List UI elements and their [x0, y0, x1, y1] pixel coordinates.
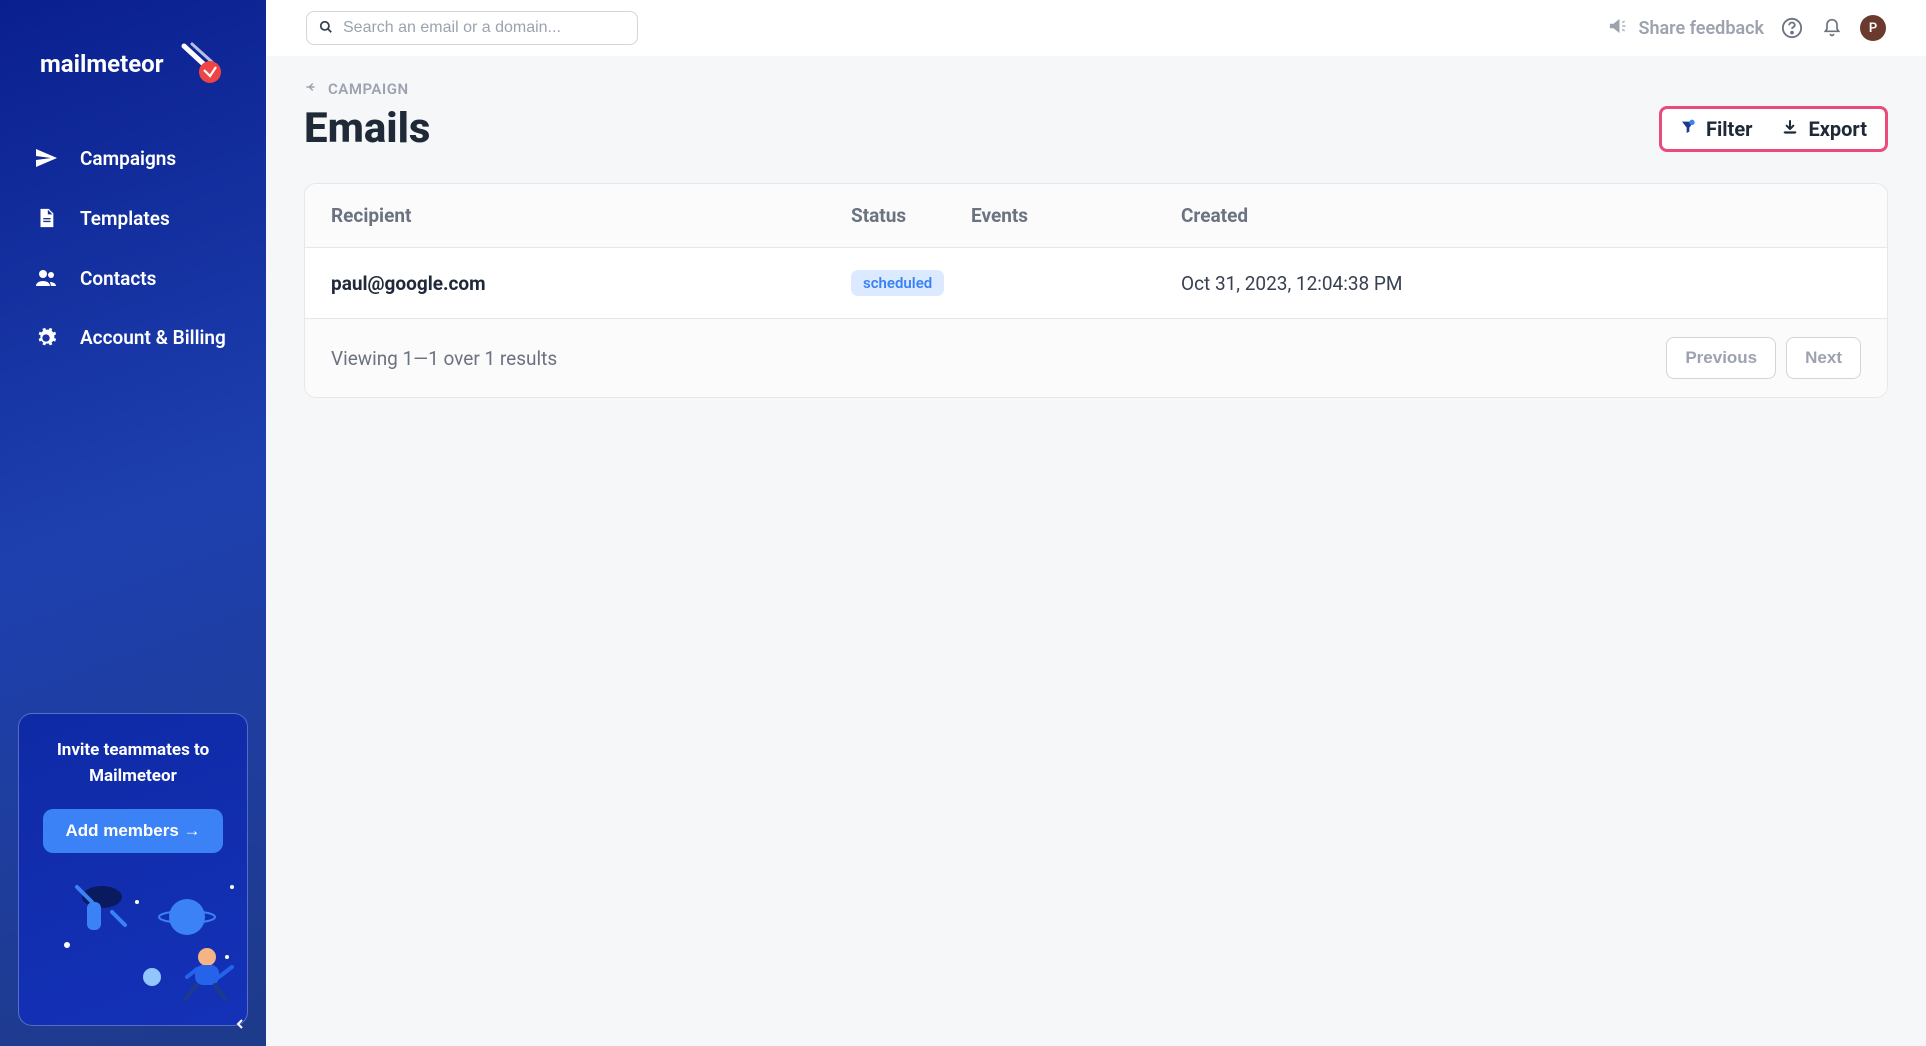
recipient-cell: paul@google.com [331, 272, 851, 295]
sidebar-item-campaigns[interactable]: Campaigns [0, 128, 266, 188]
avatar[interactable]: P [1860, 15, 1886, 41]
add-members-button[interactable]: Add members → [43, 809, 222, 853]
send-icon [34, 146, 58, 170]
help-icon[interactable] [1780, 16, 1804, 40]
col-events: Events [971, 204, 1181, 227]
filter-button[interactable]: Filter [1680, 117, 1752, 141]
search-input[interactable] [343, 19, 625, 37]
megaphone-icon [1608, 16, 1628, 41]
nav-label: Campaigns [80, 147, 176, 170]
next-button[interactable]: Next [1786, 337, 1861, 379]
col-status: Status [851, 204, 971, 227]
brand-name: mailmeteor [40, 50, 164, 78]
created-cell: Oct 31, 2023, 12:04:38 PM [1181, 272, 1861, 295]
col-created: Created [1181, 204, 1861, 227]
nav-label: Account & Billing [80, 326, 226, 351]
invite-card: Invite teammates to Mailmeteor Add membe… [18, 713, 248, 1026]
page-title: Emails [304, 104, 430, 153]
topbar: Share feedback P [266, 0, 1926, 56]
nav-list: Campaigns Templates Contacts Account & B… [0, 118, 266, 379]
status-cell: scheduled [851, 270, 971, 296]
emails-table: Recipient Status Events Created paul@goo… [304, 183, 1888, 398]
invite-illustration [37, 867, 229, 1007]
col-recipient: Recipient [331, 204, 851, 227]
search-icon [319, 19, 333, 38]
pagination: Previous Next [1666, 337, 1861, 379]
table-header: Recipient Status Events Created [305, 184, 1887, 248]
sidebar-item-account-billing[interactable]: Account & Billing [0, 308, 266, 369]
meteor-icon [174, 40, 222, 88]
logo[interactable]: mailmeteor [0, 0, 266, 118]
export-button[interactable]: Export [1782, 117, 1867, 141]
previous-button[interactable]: Previous [1666, 337, 1776, 379]
actions-highlight-box: Filter Export [1659, 106, 1888, 152]
document-icon [34, 206, 58, 230]
results-text: Viewing 1—1 over 1 results [331, 347, 557, 370]
download-icon [1782, 117, 1798, 141]
breadcrumb-back[interactable]: CAMPAIGN [304, 80, 1888, 98]
arrow-left-icon [304, 80, 318, 98]
status-badge: scheduled [851, 270, 944, 296]
search-box[interactable] [306, 11, 638, 45]
collapse-sidebar-button[interactable] [234, 1015, 246, 1034]
bell-icon[interactable] [1820, 16, 1844, 40]
main: Share feedback P CAMPAIGN Emails [266, 0, 1926, 1046]
gear-icon [34, 326, 58, 350]
sidebar-item-contacts[interactable]: Contacts [0, 248, 266, 308]
sidebar: mailmeteor Campaigns Templates [0, 0, 266, 1046]
nav-label: Templates [80, 207, 170, 230]
table-row[interactable]: paul@google.com scheduled Oct 31, 2023, … [305, 248, 1887, 319]
sidebar-item-templates[interactable]: Templates [0, 188, 266, 248]
filter-icon [1680, 117, 1696, 141]
page-header: Emails Filter Export [304, 104, 1888, 153]
people-icon [34, 266, 58, 290]
table-footer: Viewing 1—1 over 1 results Previous Next [305, 319, 1887, 397]
content: CAMPAIGN Emails Filter Export [266, 56, 1926, 1046]
nav-label: Contacts [80, 267, 156, 290]
share-feedback-button[interactable]: Share feedback [1608, 16, 1764, 41]
invite-title: Invite teammates to Mailmeteor [37, 738, 229, 789]
